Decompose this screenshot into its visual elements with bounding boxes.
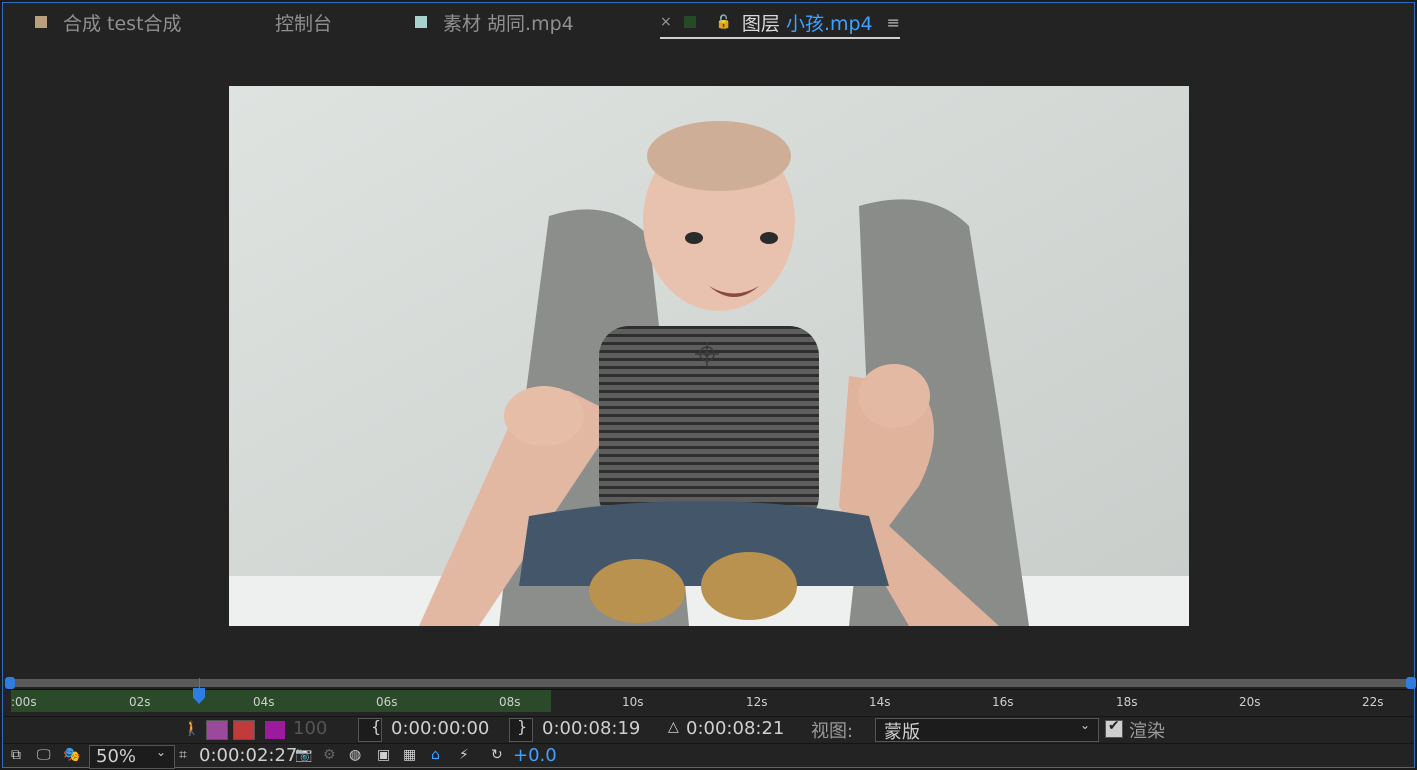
tab-label: 图层 [741,12,780,35]
tick-label: 20s [1239,695,1261,709]
tab-label: 控制台 [275,12,333,35]
view-value: 蒙版 [884,722,920,743]
delta-icon: △ [668,719,679,735]
tick-label: 08s [499,695,521,709]
tab-layer[interactable]: × 🔓 图层 小孩.mp4 ≡ [660,9,901,39]
tick-label: :00s [11,695,37,709]
opacity-value[interactable]: 100 [293,718,327,739]
region-icon[interactable]: ⌗ [179,747,187,763]
tab-footage[interactable]: 素材 胡同.mp4 [415,9,574,35]
layer-panel: 合成 test合成 控制台 素材 胡同.mp4 × 🔓 图层 小孩.mp4 ≡ [2,2,1416,769]
tick-label: 14s [869,695,891,709]
navigator-end-handle[interactable] [1406,677,1416,689]
viewer-toolbar: ⧉ 🖵 🎭 50% ⌄ ⌗ 0:00:02:27 📷 ⚙ ◍ ▣ ▦ ⌂ ⚡ ↻… [3,743,1414,769]
work-area-bar[interactable] [11,690,551,712]
render-label: 渲染 [1129,721,1165,742]
transparency-grid-icon[interactable]: ▦ [403,747,416,763]
lock-icon[interactable]: 🔓 [716,15,732,30]
tab-bar: 合成 test合成 控制台 素材 胡同.mp4 × 🔓 图层 小孩.mp4 ≡ [3,3,1414,41]
region-of-interest-icon[interactable]: ▣ [377,747,390,763]
channel-icon[interactable]: ◍ [349,747,361,763]
close-icon[interactable]: × [660,14,672,30]
exposure-value[interactable]: +0.0 [513,745,557,766]
monitor-icon[interactable]: 🖵 [37,747,51,763]
puppet-pin-icon[interactable] [206,720,228,740]
check-icon: ✔ [1108,718,1120,734]
tick-label: 10s [622,695,644,709]
fast-preview-icon[interactable]: ⚡ [459,747,469,763]
time-ruler[interactable]: :00s 02s 04s 06s 08s 10s 12s 14s 16s 18s… [7,678,1411,712]
duration-time: 0:00:08:21 [686,718,785,739]
tick-label: 02s [129,695,151,709]
reset-exposure-icon[interactable]: ↻ [491,747,503,763]
tab-console[interactable]: 控制台 [275,9,332,35]
chevron-down-icon: ⌄ [1080,718,1091,732]
layer-viewer[interactable] [229,86,1189,626]
person-icon[interactable]: 🚶 [183,721,200,737]
tab-label: 素材 胡同.mp4 [443,12,574,35]
view-label: 视图: [811,721,854,742]
out-point-time[interactable]: 0:00:08:19 [542,718,640,739]
always-preview-icon[interactable]: ⧉ [11,747,21,763]
tick-label: 16s [992,695,1014,709]
zoom-value: 50% [96,746,137,767]
tick-label: 18s [1116,695,1138,709]
guides-icon[interactable]: ⌂ [431,747,440,763]
layer-controls-row: 🚶 100 { 0:00:00:00 } 0:00:08:19 △ 0:00:0… [3,716,1414,743]
view-dropdown[interactable]: 蒙版 ⌄ [875,718,1099,743]
timeline[interactable]: :00s 02s 04s 06s 08s 10s 12s 14s 16s 18s… [3,675,1416,715]
current-time[interactable]: 0:00:02:27 [199,745,297,766]
tick-label: 12s [746,695,768,709]
zoom-dropdown[interactable]: 50% ⌄ [89,745,175,769]
in-point-time[interactable]: 0:00:00:00 [391,718,489,739]
color-swatch [35,16,47,28]
in-bracket-icon: { [371,717,382,736]
color-swatch [415,16,427,28]
color-swatch [683,16,696,28]
tick-label: 22s [1362,695,1384,709]
video-frame [229,86,1189,626]
mask-icon[interactable]: 🎭 [63,747,80,763]
time-navigator[interactable] [11,679,1411,687]
tab-label: 合成 test合成 [63,12,182,35]
snapshot-icon[interactable]: 📷 [295,747,312,763]
puppet-overlap-icon[interactable] [233,720,255,740]
tab-composition[interactable]: 合成 test合成 [35,9,182,35]
navigator-start-handle[interactable] [5,677,15,689]
show-snapshot-icon[interactable]: ⚙ [323,747,336,763]
out-bracket-icon: } [517,717,528,736]
chevron-down-icon: ⌄ [156,745,167,759]
color-swatch[interactable] [265,721,285,739]
tab-file-name: 小孩.mp4 [785,12,873,35]
tick-label: 06s [376,695,398,709]
tick-label: 04s [253,695,275,709]
menu-icon[interactable]: ≡ [887,13,900,32]
